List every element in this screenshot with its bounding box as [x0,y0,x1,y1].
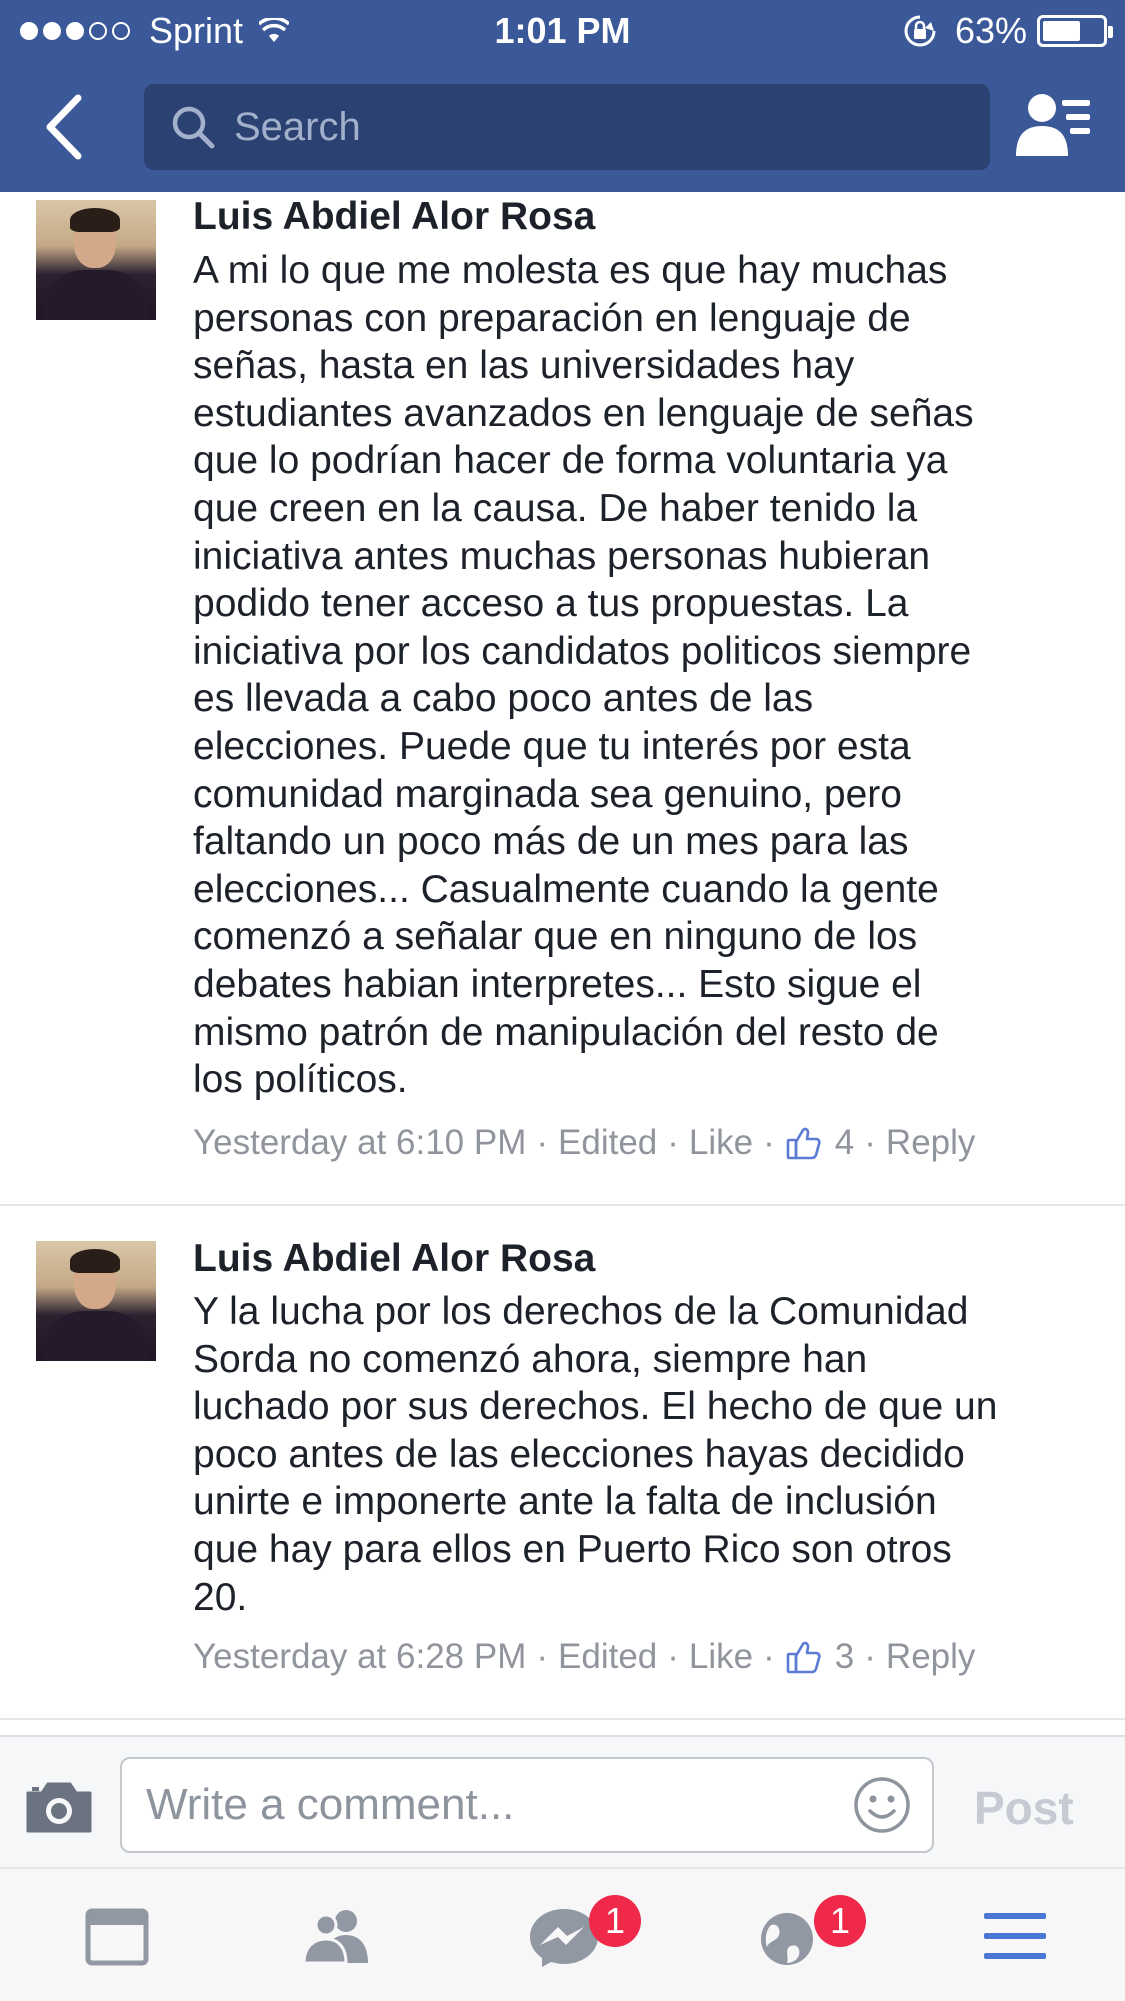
like-button[interactable]: Like [689,1637,753,1677]
emoji-icon[interactable] [852,1775,912,1835]
battery-icon [1037,15,1113,47]
comment-line: podido tener acceso a tus propuestas. La [193,582,909,626]
comment-timestamp[interactable]: Yesterday at 6:10 PM [193,1123,526,1163]
battery-fill [1043,21,1080,41]
like-thumb-icon [786,1641,821,1674]
comment-timestamp[interactable]: Yesterday at 6:28 PM [193,1637,526,1677]
comment-line: Y la lucha por los derechos de la Comuni… [193,1290,969,1333]
search-bar[interactable]: Search [144,84,990,170]
comment-line: iniciativa antes muchas personas hubiera… [193,534,931,578]
notifications-badge: 1 [814,1895,866,1947]
comment-text: A mi lo que me molesta es que hay muchas… [193,247,1113,1104]
comment-line: unirte e imponerte ante la falta de incl… [193,1480,937,1524]
comment-placeholder: Write a comment... [146,1780,515,1829]
comment-line: es llevada a cabo poco antes de las [193,677,814,721]
like-button[interactable]: Like [689,1123,753,1163]
post-button[interactable]: Post [974,1781,1074,1835]
comment-line: faltando un poco más de un mes para las [193,820,909,864]
comment-line: A mi lo que me molesta es que hay muchas [193,249,948,292]
avatar[interactable] [36,200,156,320]
edited-label[interactable]: Edited [558,1637,657,1677]
comment-line: iniciativa por los candidatos politicos … [193,629,972,673]
comment-author[interactable]: Luis Abdiel Alor Rosa [193,195,595,239]
camera-icon[interactable] [24,1779,94,1835]
comment-line: 20. [193,1575,248,1619]
top-navigation-bar: Sprint 1:01 PM 63% Search [0,0,1125,192]
comment-line: que hay para ellos en Puerto Rico son ot… [193,1527,952,1571]
battery-percentage: 63% [954,10,1027,51]
orientation-lock-icon [904,15,936,47]
friend-requests-icon[interactable] [1014,90,1092,160]
like-count[interactable]: 4 [835,1123,854,1163]
comment-line: los políticos. [193,1058,408,1102]
friends-icon[interactable] [302,1907,372,1967]
comment-composer: Write a comment... Post [0,1735,1125,1867]
comment-line: debates habian interpretes... Esto sigue… [193,962,922,1006]
back-icon[interactable] [40,92,90,162]
status-right: 63% [903,10,1113,52]
search-icon [172,106,215,149]
reply-button[interactable]: Reply [886,1637,975,1677]
comment-line: Sorda no comenzó ahora, siempre han [193,1337,868,1381]
news-feed-icon[interactable] [82,1907,152,1967]
like-count[interactable]: 3 [835,1637,854,1677]
comment-line: que lo podrían hacer de forma voluntaria… [193,439,948,483]
comment-input[interactable]: Write a comment... [120,1757,934,1853]
comment-divider [0,1718,1125,1720]
comment-meta: Yesterday at 6:28 PM · Edited · Like · 3… [193,1637,976,1677]
bottom-tab-bar: 1 1 [0,1867,1125,2001]
comment-divider [0,1204,1125,1206]
comment-author[interactable]: Luis Abdiel Alor Rosa [193,1237,595,1281]
search-input[interactable]: Search [234,105,361,150]
comment-line: elecciones. Puede que tu interés por est… [193,724,911,768]
status-bar: Sprint 1:01 PM 63% [0,0,1125,62]
edited-label[interactable]: Edited [558,1123,657,1163]
comment-text: Y la lucha por los derechos de la Comuni… [193,1288,1113,1621]
comment-line: luchado por sus derechos. El hecho de qu… [193,1385,998,1429]
avatar[interactable] [36,1241,156,1361]
comment-line: poco antes de las elecciones hayas decid… [193,1432,965,1476]
comment-line: personas con preparación en lenguaje de [193,296,911,340]
comment-line: que creen en la causa. De haber tenido l… [193,486,918,530]
comment-line: estudiantes avanzados en lenguaje de señ… [193,391,974,435]
messenger-badge: 1 [589,1895,641,1947]
like-thumb-icon [786,1127,821,1160]
comment-line: mismo patrón de manipulación del resto d… [193,1010,939,1054]
comment-line: comunidad marginada sea genuino, pero [193,772,902,816]
comment-meta: Yesterday at 6:10 PM · Edited · Like · 4… [193,1123,976,1163]
comment-line: señas, hasta en las universidades hay [193,344,855,388]
reply-button[interactable]: Reply [886,1123,975,1163]
comment-line: comenzó a señalar que en ninguno de los [193,915,918,959]
menu-icon[interactable] [982,1907,1052,1967]
comment-line: elecciones... Casualmente cuando la gent… [193,867,939,911]
